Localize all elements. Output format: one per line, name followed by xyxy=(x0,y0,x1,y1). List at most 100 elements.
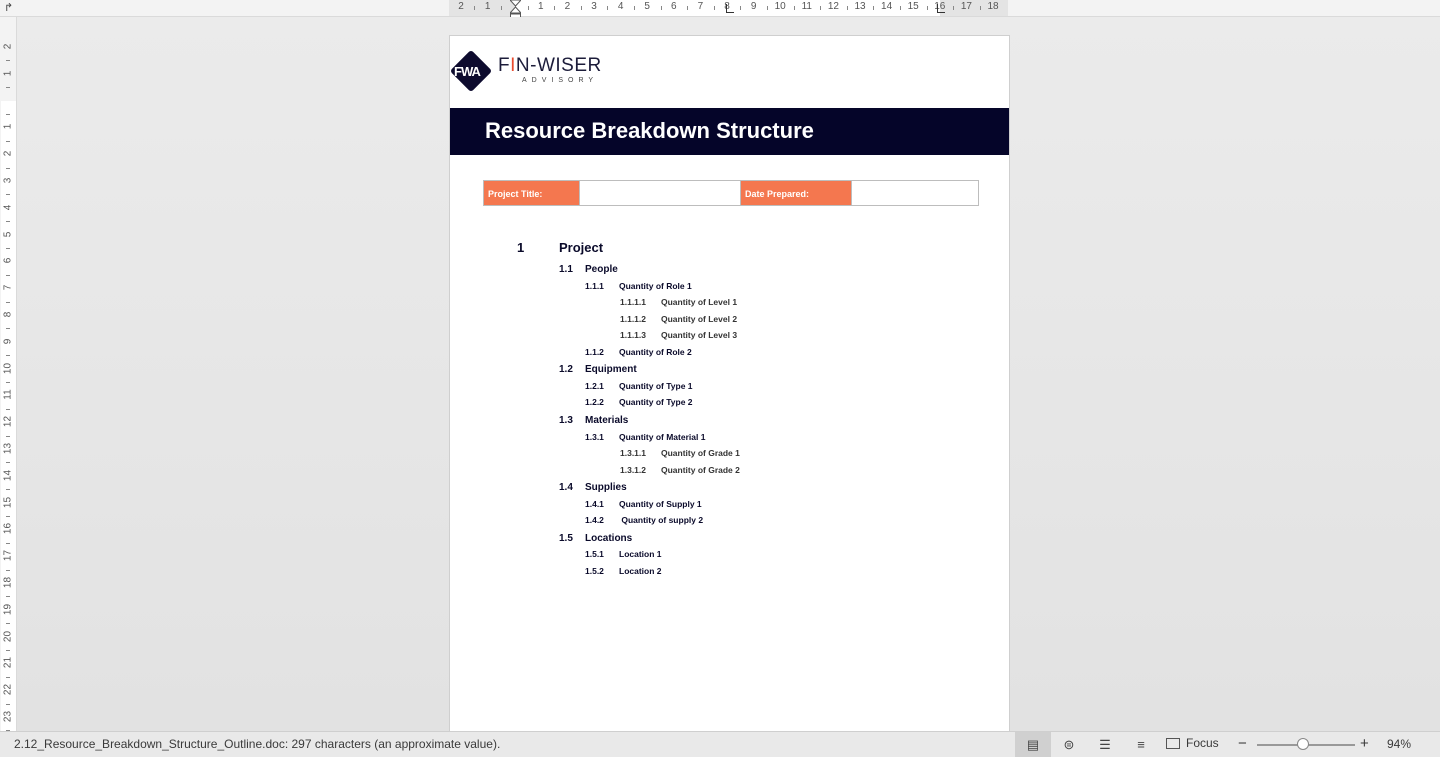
outline-text: Equipment xyxy=(585,364,637,375)
vertical-ruler-tick xyxy=(6,87,10,89)
zoom-slider-thumb[interactable] xyxy=(1297,738,1310,750)
vertical-ruler-tick xyxy=(6,676,10,678)
outline-number: 1.1 xyxy=(559,264,573,275)
vertical-ruler[interactable]: 2 1 1 2 3 4 5 6 7 8 9 10 11 12 13 14 15 16 17 18 19 20 21 22 23 xyxy=(0,17,17,732)
document-page[interactable]: FWA FIN-WISER ADVISORY Resource Breakdow… xyxy=(449,35,1010,735)
vertical-ruler-tick xyxy=(6,114,10,115)
vertical-ruler-tick xyxy=(6,703,10,705)
vertical-ruler-tick xyxy=(6,516,10,517)
vertical-ruler-number: 14 xyxy=(2,469,14,481)
outline-number: 1.3.1 xyxy=(585,432,604,442)
vertical-ruler-number: 15 xyxy=(2,496,14,508)
vertical-ruler-number: 1 xyxy=(2,124,14,130)
vertical-ruler-number: 10 xyxy=(2,362,14,374)
zoom-out-button[interactable]: − xyxy=(1238,735,1247,752)
vertical-ruler-number: 4 xyxy=(2,204,14,211)
outline-number: 1.2.1 xyxy=(585,381,604,391)
tab-selector-icon[interactable]: ↱ xyxy=(4,1,13,14)
vertical-ruler-tick xyxy=(6,489,10,491)
outline-view-icon[interactable]: ☰ xyxy=(1087,732,1123,757)
ruler-tick xyxy=(500,6,502,10)
ruler-tick xyxy=(979,6,981,10)
outline-text: Quantity of Level 3 xyxy=(661,330,738,340)
print-layout-icon[interactable]: ▤ xyxy=(1015,732,1051,757)
outline-text: Quantity of Role 1 xyxy=(619,281,692,291)
ruler-tick xyxy=(820,6,822,10)
outline-number: 1.5.2 xyxy=(585,566,604,576)
ruler-tick xyxy=(527,6,529,10)
vertical-ruler-tick xyxy=(6,167,10,169)
zoom-in-button[interactable]: + xyxy=(1360,735,1369,752)
outline-number: 1.1.1.1 xyxy=(620,297,646,307)
outline-number: 1.1.1.2 xyxy=(620,314,646,324)
ruler-tick xyxy=(474,6,476,10)
tab-stop-marker[interactable] xyxy=(937,4,945,13)
outline-number: 1.2.2 xyxy=(585,397,604,407)
vertical-ruler-tick xyxy=(6,542,10,544)
outline-number: 1.2 xyxy=(559,364,573,375)
ruler-number: 6 xyxy=(671,1,677,12)
ruler-number: 18 xyxy=(987,1,999,12)
outline-number: 1.1.2 xyxy=(585,347,604,357)
ruler-number: 14 xyxy=(881,1,893,12)
ruler-tick xyxy=(660,6,662,10)
vertical-ruler-number: 2 xyxy=(2,150,14,157)
date-prepared-cell[interactable] xyxy=(852,181,978,205)
outline-text: People xyxy=(585,264,618,275)
outline-number: 1.1.1.3 xyxy=(620,330,646,340)
outline-text: Location 2 xyxy=(619,566,662,576)
web-layout-icon[interactable]: ⊜ xyxy=(1051,732,1087,757)
outline-text: Materials xyxy=(585,415,629,426)
vertical-ruler-tick xyxy=(6,221,10,223)
ruler-tick xyxy=(899,6,901,10)
vertical-ruler-number: 9 xyxy=(2,338,14,345)
date-prepared-label: Date Prepared: xyxy=(741,181,852,205)
status-info: 2.12_Resource_Breakdown_Structure_Outlin… xyxy=(14,737,501,751)
focus-label: Focus xyxy=(1186,736,1219,750)
ruler-number: 7 xyxy=(697,1,704,12)
vertical-ruler-tick xyxy=(6,301,10,303)
horizontal-ruler[interactable]: ↱ 2 1 1 2 3 4 5 6 7 8 9 10 11 12 13 14 15 16 17 18 xyxy=(0,0,1440,21)
project-info-table: Project Title: Date Prepared: xyxy=(483,180,979,206)
outline-text: Quantity of Supply 1 xyxy=(619,499,702,509)
ruler-number: 1 xyxy=(538,1,544,12)
vertical-ruler-number: 11 xyxy=(2,389,14,401)
zoom-level[interactable]: 94% xyxy=(1387,737,1411,751)
vertical-ruler-number: 6 xyxy=(2,258,14,264)
status-bar: 2.12_Resource_Breakdown_Structure_Outlin… xyxy=(0,731,1440,757)
outline-text: Quantity of Level 2 xyxy=(661,314,738,324)
draft-view-icon[interactable]: ≡ xyxy=(1123,732,1159,757)
ruler-number: 10 xyxy=(774,1,786,12)
ruler-number: 4 xyxy=(617,1,624,12)
vertical-ruler-tick xyxy=(6,328,10,330)
ruler-number: 2 xyxy=(458,1,464,12)
ruler-number: 9 xyxy=(750,1,757,12)
vertical-ruler-number: 1 xyxy=(2,70,14,77)
project-title-cell[interactable] xyxy=(580,181,741,205)
outline-text: Locations xyxy=(585,533,633,544)
focus-button[interactable]: Focus xyxy=(1166,736,1219,750)
outline-text: Project xyxy=(559,240,604,255)
ruler-tick xyxy=(846,6,848,10)
view-buttons: ▤ ⊜ ☰ ≡ xyxy=(1015,732,1159,757)
focus-icon xyxy=(1166,737,1180,749)
ruler-tick xyxy=(793,6,795,10)
ruler-tick xyxy=(873,6,875,10)
ruler-tick xyxy=(926,6,928,10)
vertical-ruler-tick xyxy=(6,596,10,598)
tab-stop-marker[interactable] xyxy=(726,4,734,13)
ruler-number: 12 xyxy=(827,1,839,12)
vertical-ruler-number: 13 xyxy=(2,442,14,455)
ruler-number: 5 xyxy=(644,1,650,12)
outline-text: Quantity of supply 2 xyxy=(619,515,704,525)
outline-text: Supplies xyxy=(585,482,627,493)
outline-text: Quantity of Level 1 xyxy=(661,297,738,307)
ruler-number: 13 xyxy=(854,1,866,12)
vertical-ruler-number: 16 xyxy=(2,523,14,535)
outline-number: 1.3.1.2 xyxy=(620,465,646,475)
ruler-tick xyxy=(580,6,582,10)
zoom-slider[interactable] xyxy=(1257,738,1355,750)
vertical-ruler-number: 12 xyxy=(2,416,14,428)
project-title-label: Project Title: xyxy=(484,181,580,205)
ruler-tick xyxy=(633,6,635,10)
